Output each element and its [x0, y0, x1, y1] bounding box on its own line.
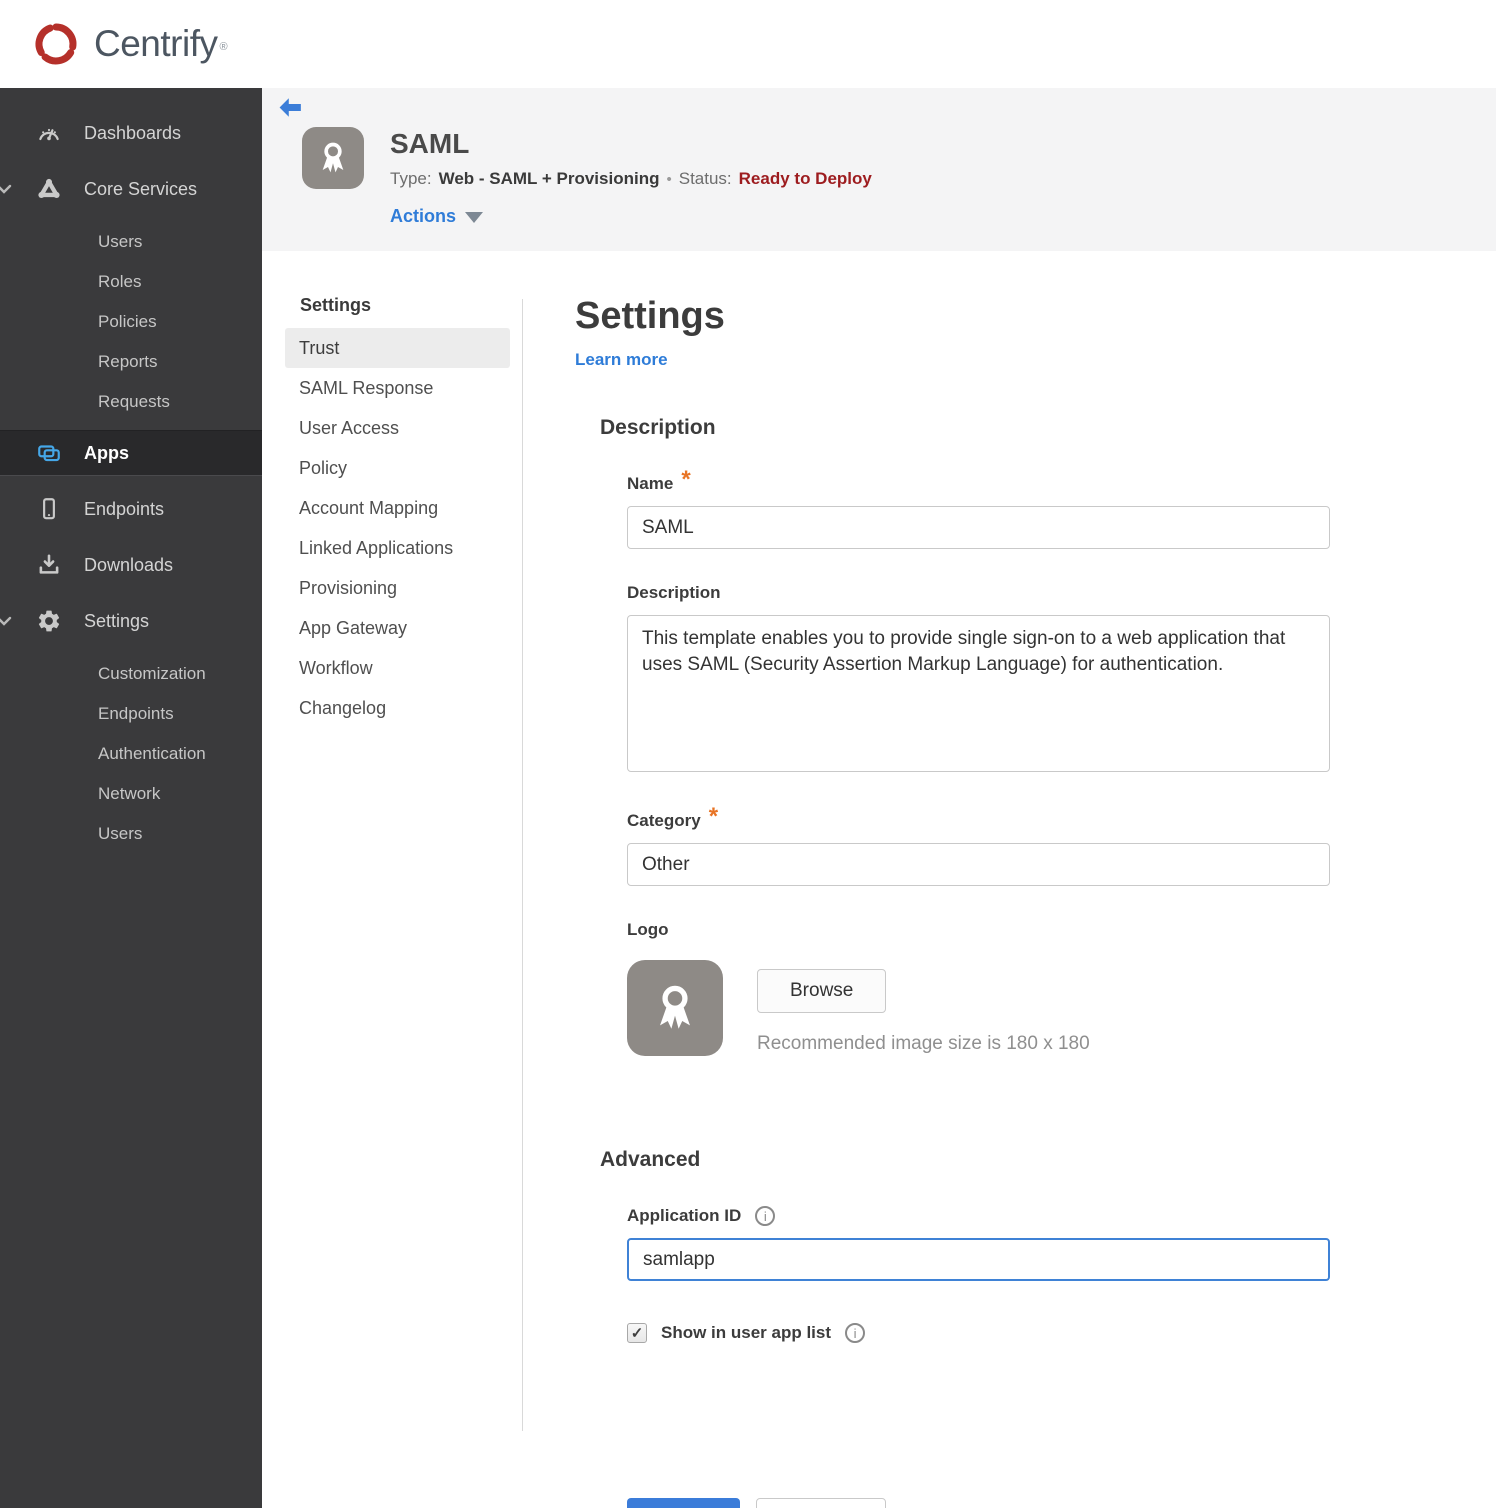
- app-title: SAML: [390, 128, 470, 159]
- subnav-item-workflow[interactable]: Workflow: [285, 648, 510, 688]
- sidebar-item-dashboards[interactable]: Dashboards: [0, 110, 262, 156]
- apps-icon: [38, 445, 60, 462]
- dashboard-icon: [39, 128, 59, 141]
- app-meta: Type: Web - SAML + Provisioning • Status…: [390, 169, 872, 189]
- sidebar-item-endpoints[interactable]: Endpoints: [0, 486, 262, 532]
- sidebar-item-roles[interactable]: Roles: [0, 262, 262, 302]
- sidebar-item-users[interactable]: Users: [0, 222, 262, 262]
- actions-menu-button[interactable]: Actions: [390, 206, 872, 227]
- category-input[interactable]: [627, 843, 1330, 887]
- show-in-user-app-list-label: Show in user app list: [661, 1323, 832, 1343]
- description-textarea[interactable]: This template enables you to provide sin…: [627, 615, 1330, 773]
- back-arrow-icon[interactable]: [279, 97, 302, 123]
- sidebar-item-core-services[interactable]: Core Services: [0, 166, 262, 212]
- sidebar-item-label: Dashboards: [84, 122, 182, 143]
- chevron-down-icon[interactable]: [0, 181, 12, 202]
- content: SAML Type: Web - SAML + Provisioning • S…: [262, 88, 1496, 1508]
- name-label: Name: [627, 474, 674, 494]
- sidebar-item-settings[interactable]: Settings: [0, 598, 262, 644]
- sidebar-item-network[interactable]: Network: [0, 774, 262, 814]
- ribbon-icon: [660, 985, 690, 1029]
- app-logo-icon: [302, 127, 364, 189]
- subnav-item-account-mapping[interactable]: Account Mapping: [285, 488, 510, 528]
- subnav-item-app-gateway[interactable]: App Gateway: [285, 608, 510, 648]
- actions-label: Actions: [390, 206, 457, 227]
- info-icon[interactable]: i: [755, 1206, 776, 1227]
- category-label: Category: [627, 811, 701, 831]
- cancel-button[interactable]: Cancel: [756, 1498, 886, 1508]
- page: Centrify ® Dashboards Core Services User…: [0, 0, 1496, 1508]
- subnav-item-trust[interactable]: Trust: [285, 328, 510, 369]
- name-input[interactable]: [627, 506, 1330, 550]
- application-id-input[interactable]: [627, 1238, 1330, 1282]
- meta-separator: •: [666, 170, 672, 188]
- application-id-label: Application ID: [627, 1206, 742, 1226]
- required-asterisk: *: [708, 803, 719, 831]
- subnav-title: Settings: [300, 295, 372, 316]
- registered-mark: ®: [219, 40, 228, 53]
- downloads-icon: [39, 554, 59, 574]
- centrify-logo: Centrify ®: [30, 18, 228, 70]
- sidebar-item-label: Downloads: [84, 554, 174, 575]
- topbar: Centrify ®: [0, 0, 1496, 88]
- subnav-item-saml-response[interactable]: SAML Response: [285, 368, 510, 408]
- subnav-item-policy[interactable]: Policy: [285, 448, 510, 488]
- sidebar-item-endpoints-settings[interactable]: Endpoints: [0, 694, 262, 734]
- sidebar-item-reports[interactable]: Reports: [0, 342, 262, 382]
- type-label: Type:: [390, 169, 432, 189]
- brand-name: Centrify: [94, 23, 218, 64]
- subnav-item-provisioning[interactable]: Provisioning: [285, 568, 510, 608]
- logo-size-hint: Recommended image size is 180 x 180: [757, 1033, 1090, 1055]
- sidebar-item-label: Endpoints: [84, 498, 165, 519]
- sidebar-item-policies[interactable]: Policies: [0, 302, 262, 342]
- status-value: Ready to Deploy: [738, 169, 872, 189]
- settings-subnav: Customization Endpoints Authentication N…: [0, 654, 262, 854]
- browse-button[interactable]: Browse: [757, 969, 887, 1014]
- info-icon[interactable]: i: [845, 1323, 866, 1344]
- endpoints-icon: [43, 498, 55, 520]
- subnav-item-linked-applications[interactable]: Linked Applications: [285, 528, 510, 568]
- core-services-subnav: Users Roles Policies Reports Requests: [0, 222, 262, 422]
- learn-more-link[interactable]: Learn more: [575, 350, 668, 370]
- sidebar-item-authentication[interactable]: Authentication: [0, 734, 262, 774]
- sidebar-item-label: Settings: [84, 610, 150, 631]
- centrify-swirl-icon: [35, 23, 77, 65]
- sidebar-item-apps[interactable]: Apps: [0, 430, 262, 476]
- sidebar-item-label: Core Services: [84, 178, 198, 199]
- logo-label: Logo: [627, 920, 669, 940]
- settings-icon: [38, 610, 60, 632]
- subnav-item-changelog[interactable]: Changelog: [285, 688, 510, 728]
- ribbon-icon: [322, 142, 344, 173]
- page-title: Settings: [575, 295, 725, 338]
- sidebar-item-requests[interactable]: Requests: [0, 382, 262, 422]
- show-in-user-app-list-checkbox[interactable]: ✓: [627, 1323, 647, 1344]
- advanced-section-heading: Advanced: [600, 1148, 701, 1172]
- caret-down-icon: [465, 212, 484, 224]
- save-button[interactable]: Save: [627, 1498, 740, 1508]
- subnav-item-user-access[interactable]: User Access: [285, 408, 510, 448]
- sidebar-item-users-settings[interactable]: Users: [0, 814, 262, 854]
- type-value: Web - SAML + Provisioning: [438, 169, 660, 189]
- main-panel: Settings Learn more Description Name * D…: [523, 295, 1330, 1508]
- sidebar-item-downloads[interactable]: Downloads: [0, 542, 262, 588]
- sidebar-item-label: Apps: [84, 442, 129, 463]
- description-section-heading: Description: [600, 416, 716, 440]
- core-services-icon: [38, 178, 60, 198]
- app-header: SAML Type: Web - SAML + Provisioning • S…: [262, 88, 1496, 252]
- sidebar: Dashboards Core Services Users Roles Pol…: [0, 88, 262, 1508]
- status-label: Status:: [678, 169, 732, 189]
- settings-subnav-panel: Settings Trust SAML Response User Access…: [262, 295, 522, 1508]
- logo-preview: [627, 960, 723, 1057]
- description-label: Description: [627, 583, 721, 603]
- chevron-down-icon[interactable]: [0, 613, 12, 634]
- sidebar-item-customization[interactable]: Customization: [0, 654, 262, 694]
- required-asterisk: *: [681, 466, 691, 494]
